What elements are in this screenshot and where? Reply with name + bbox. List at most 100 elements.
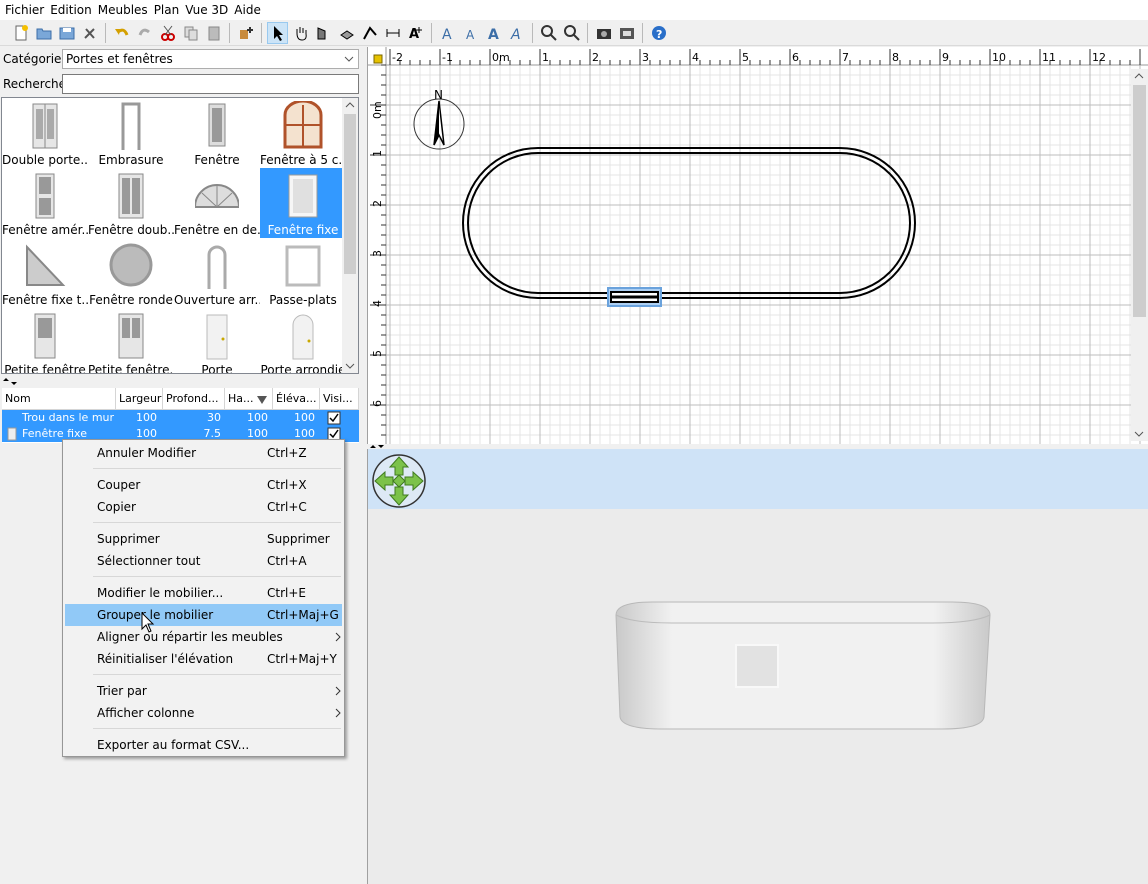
visible-checkbox[interactable] [320,410,350,426]
menu-item-afficher-colonne[interactable]: Afficher colonne [65,702,342,724]
menu-item-grouper-mobilier[interactable]: Grouper le mobilier Ctrl+Maj+G [65,604,342,626]
column-header-elevation[interactable]: Éléva... [273,388,320,409]
scrollbar-thumb[interactable] [1133,85,1146,317]
catalog-item-fenetre-demi-lune[interactable]: Fenêtre en de... [174,168,260,238]
menu-item-selectionner-tout[interactable]: Sélectionner tout Ctrl+A [65,550,342,572]
menu-item-couper[interactable]: Couper Ctrl+X [65,474,342,496]
add-text-icon[interactable]: A [405,22,426,44]
create-rooms-icon[interactable] [336,22,357,44]
catalog-item-passe-plats[interactable]: Passe-plats [260,238,346,308]
catalog-item-petite-fenetre[interactable]: Petite fenêtre [2,308,88,373]
catalog-item-fenetre-fixe[interactable]: Fenêtre fixe [260,168,346,238]
catalog-item-label: Embrasure [98,153,164,167]
catalog-item-fenetre-fixe-triangle[interactable]: Fenêtre fixe t... [2,238,88,308]
plan-canvas[interactable]: -2 -1 0m 1 2 3 4 5 6 7 8 9 10 11 12 0m 1… [368,47,1148,444]
menu-item-reinitialiser-elevation[interactable]: Réinitialiser l'élévation Ctrl+Maj+Y [65,648,342,670]
ruler-x-label: 5 [742,51,749,64]
catalog-item-fenetre[interactable]: Fenêtre [174,98,260,168]
selected-window[interactable] [607,287,662,307]
menu-item-shortcut: Ctrl+X [267,478,307,492]
catalog-item-fenetre-ronde[interactable]: Fenêtre ronde [88,238,174,308]
chevron-down-icon [344,50,354,73]
video-icon[interactable] [616,22,637,44]
menu-fichier[interactable]: Fichier [2,0,47,20]
save-icon[interactable] [56,22,77,44]
plan-view[interactable]: -2 -1 0m 1 2 3 4 5 6 7 8 9 10 11 12 0m 1… [367,47,1148,444]
zoom-in-icon[interactable] [538,22,559,44]
menu-vue3d[interactable]: Vue 3D [182,0,231,20]
scrollbar-thumb[interactable] [344,114,356,274]
3d-room-model[interactable] [612,599,994,734]
doorway-icon [121,102,141,150]
menu-item-copier[interactable]: Copier Ctrl+C [65,496,342,518]
menu-aide[interactable]: Aide [231,0,264,20]
catalog-item-ouverture-arrondie[interactable]: Ouverture arr... [174,238,260,308]
menu-item-modifier-mobilier[interactable]: Modifier le mobilier... Ctrl+E [65,582,342,604]
cell-depth: 30 [207,411,221,424]
column-header-depth[interactable]: Profond... [163,388,225,409]
italic-text-icon[interactable]: A [506,22,527,44]
3d-window[interactable] [735,644,779,688]
scroll-down-icon[interactable] [1131,427,1148,441]
column-header-width[interactable]: Largeur [116,388,163,409]
photo-icon[interactable] [593,22,614,44]
catalog-item-fenetre-double[interactable]: Fenêtre doub... [88,168,174,238]
catalog-scrollbar[interactable] [342,98,358,373]
catalog-item-embrasure[interactable]: Embrasure [88,98,174,168]
small-double-window-icon [118,313,144,359]
add-furniture-icon[interactable] [235,22,256,44]
zoom-out-icon[interactable] [561,22,582,44]
column-header-height-label: Ha... [228,392,254,405]
navigation-arrows-icon[interactable] [372,454,428,510]
pan-mode-icon[interactable] [290,22,311,44]
menu-plan[interactable]: Plan [151,0,183,20]
search-input[interactable] [62,74,359,94]
menu-item-trier-par[interactable]: Trier par [65,680,342,702]
menu-item-label: Modifier le mobilier... [97,586,224,600]
undo-icon[interactable] [111,22,132,44]
table-row[interactable]: Trou dans le mur 100 30 100 100 [2,410,359,426]
pane-splitter[interactable] [0,375,363,385]
help-icon[interactable]: ? [648,22,669,44]
catalog-item-petite-fenetre-double[interactable]: Petite fenêtre... [88,308,174,373]
toolbar: A A A A A ? [0,20,1148,46]
menu-item-annuler-modifier[interactable]: Annuler Modifier Ctrl+Z [65,442,342,464]
menu-item-aligner-repartir[interactable]: Aligner ou répartir les meubles [65,626,342,648]
menu-meubles[interactable]: Meubles [95,0,151,20]
increase-text-icon[interactable]: A [437,22,458,44]
scroll-down-icon[interactable] [342,359,358,373]
menu-item-supprimer[interactable]: Supprimer Supprimer [65,528,342,550]
paste-icon[interactable] [203,22,224,44]
cut-icon[interactable] [157,22,178,44]
create-walls-icon[interactable] [313,22,334,44]
column-header-visible[interactable]: Visi... [320,388,359,409]
toolbar-separator [261,22,262,43]
preferences-icon[interactable] [79,22,100,44]
menu-edition[interactable]: Edition [47,0,95,20]
catalog-item-porte-arrondie[interactable]: Porte arrondie [260,308,346,373]
bold-text-icon[interactable]: A [483,22,504,44]
redo-icon[interactable] [134,22,155,44]
menu-item-label: Sélectionner tout [97,554,201,568]
plan-scrollbar[interactable] [1131,69,1148,441]
create-polylines-icon[interactable] [359,22,380,44]
menu-item-exporter-csv[interactable]: Exporter au format CSV... [65,734,342,756]
catalog-item-fenetre-americaine[interactable]: Fenêtre amér... [2,168,88,238]
category-select[interactable]: Portes et fenêtres [62,49,359,69]
arched-opening-icon [207,245,227,289]
column-header-name[interactable]: Nom [2,388,116,409]
catalog-item-fenetre-5c[interactable]: Fenêtre à 5 c... [260,98,346,168]
scroll-up-icon[interactable] [342,98,358,112]
3d-view[interactable] [367,449,1148,884]
catalog-item-double-porte[interactable]: Double porte... [2,98,88,168]
plan-corner-icon [373,54,383,64]
scroll-up-icon[interactable] [1131,69,1148,83]
catalog-item-porte[interactable]: Porte [174,308,260,373]
open-icon[interactable] [33,22,54,44]
copy-icon[interactable] [180,22,201,44]
create-dimensions-icon[interactable] [382,22,403,44]
new-home-icon[interactable] [10,22,31,44]
select-mode-icon[interactable] [267,21,288,44]
column-header-height[interactable]: Ha... [225,388,273,409]
decrease-text-icon[interactable]: A [460,22,481,44]
